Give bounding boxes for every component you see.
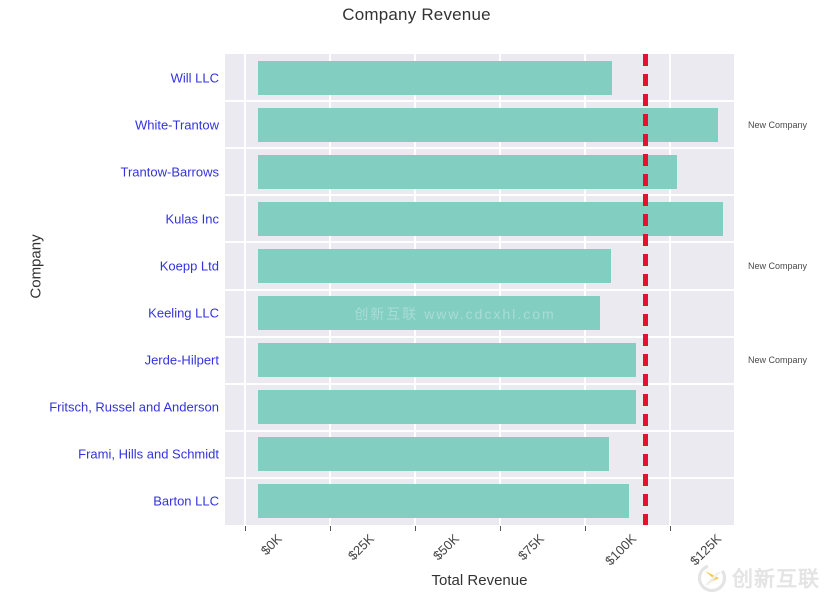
x-tick-label: $0K (257, 531, 285, 558)
x-tick-label: $100K (602, 531, 640, 569)
x-tick-mark (245, 526, 246, 531)
x-tick-label: $25K (344, 531, 377, 564)
x-tick-label: $75K (514, 531, 547, 564)
x-tick-mark (415, 526, 416, 531)
annotation-new-company: New Company (748, 260, 808, 271)
x-tick-mark (585, 526, 586, 531)
x-tick-mark (330, 526, 331, 531)
annotation-new-company: New Company (748, 355, 808, 366)
chart-figure: Company Revenue Company Total Revenue 创新… (0, 0, 833, 609)
watermark-text: 创新互联 (732, 567, 820, 591)
x-tick-mark (670, 526, 671, 531)
x-axis-tick-labels: $0K $25K $50K $75K $100K $125K (0, 0, 833, 609)
x-tick-mark (500, 526, 501, 531)
x-tick-label: $50K (429, 531, 462, 564)
annotation-new-company: New Company (748, 119, 808, 130)
cx-logo-icon (697, 563, 727, 593)
site-watermark: 创新互联 (697, 563, 820, 593)
